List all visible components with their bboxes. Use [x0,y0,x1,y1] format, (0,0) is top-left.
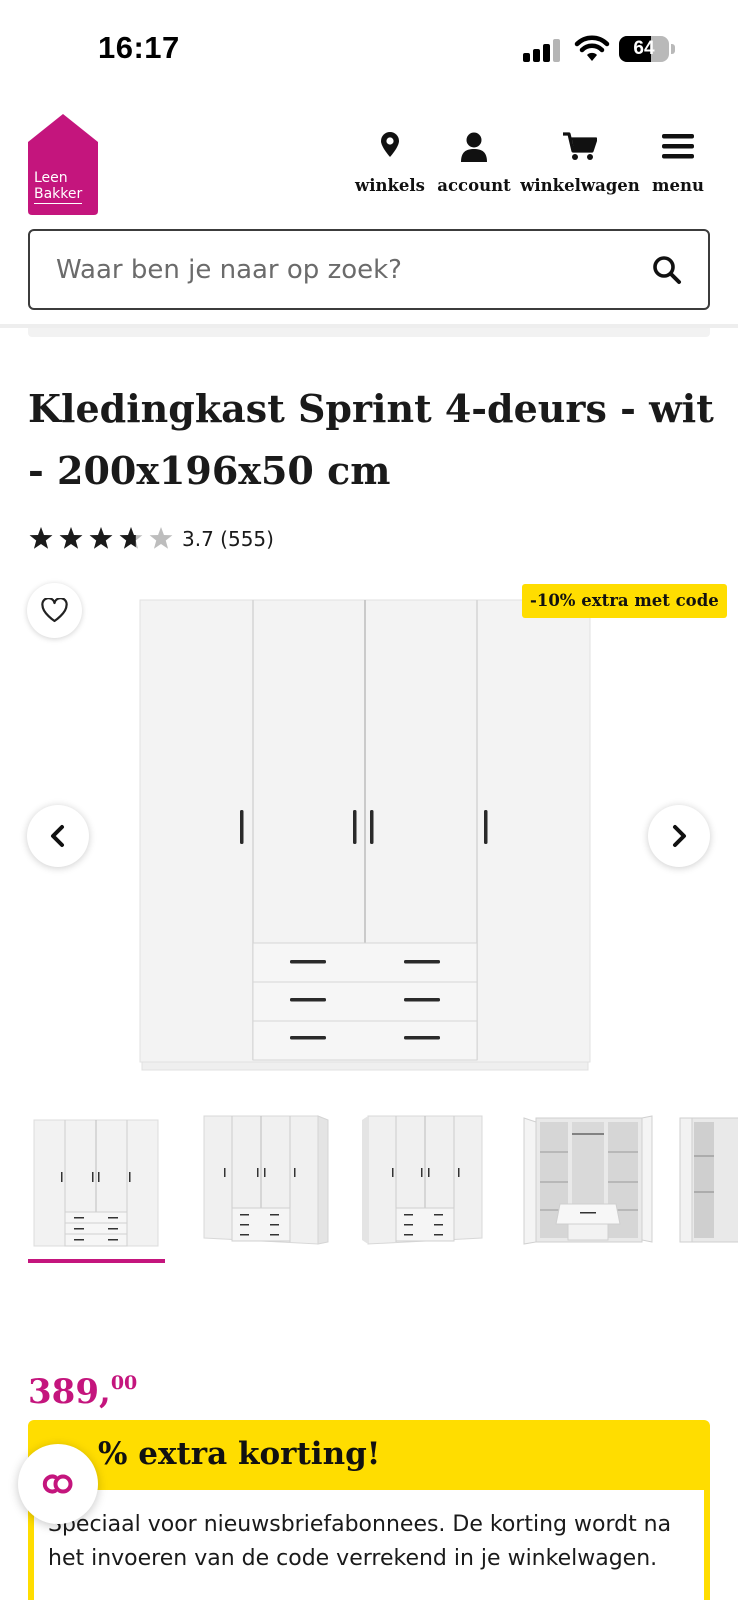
nav-stores[interactable]: winkels [352,132,428,202]
price-cents: 00 [110,1372,138,1394]
product-price: 389,00 [28,1372,137,1412]
rating-star-icon [119,527,143,549]
search-icon[interactable] [652,255,682,285]
chat-icon [42,1474,73,1494]
thumbnail-interior[interactable] [676,1112,738,1252]
rating-text: 3.7 (555) [182,527,274,551]
nav-stores-label: winkels [355,176,425,195]
product-main-image[interactable] [138,598,604,1074]
nav-menu[interactable]: menu [646,132,710,202]
gallery-prev-button[interactable] [27,805,89,867]
favorite-button[interactable] [27,583,82,638]
battery-level: 64 [633,38,655,59]
logo-line-2: Bakker [34,186,83,204]
thumbnail-strip [0,1112,738,1262]
thumbnail-angle-left[interactable] [196,1112,332,1252]
status-time: 16:17 [98,30,180,65]
promo-title: % extra korting! [98,1436,381,1472]
battery-icon: 64 [619,36,675,62]
logo-line-1: Leen [34,170,68,186]
nav-cart-label: winkelwagen [520,176,640,195]
map-pin-icon [381,132,399,157]
nav-account[interactable]: account [436,132,512,202]
chat-button[interactable] [18,1444,98,1524]
price-whole: 389, [28,1372,111,1412]
search-bar[interactable] [28,229,710,310]
chevron-left-icon [51,825,64,847]
gallery-next-button[interactable] [648,805,710,867]
chevron-right-icon [673,825,686,847]
product-title: Kledingkast Sprint 4-deurs - wit - 200x1… [28,386,714,493]
heart-icon [41,598,68,623]
thumbnail-front[interactable] [28,1112,164,1252]
nav-account-label: account [437,176,511,195]
promo-text: Speciaal voor nieuwsbriefabonnees. De ko… [48,1512,672,1571]
search-input[interactable] [56,247,616,293]
thumbnail-angle-right[interactable] [362,1112,498,1252]
cart-icon [563,132,597,160]
rating-star-icon [29,527,53,549]
cellular-signal-icon [523,38,561,62]
thumbnail-open[interactable] [520,1112,656,1252]
promo-body: Speciaal voor nieuwsbriefabonnees. De ko… [34,1490,704,1600]
newsletter-promo-box: % extra korting! Speciaal voor nieuwsbri… [28,1420,710,1600]
status-bar: 16:17 64 [0,0,738,100]
rating-star-icon [59,527,83,549]
breadcrumb-strip [28,328,710,337]
nav-cart[interactable]: winkelwagen [520,132,640,202]
rating-star-icon [149,527,173,549]
discount-badge: -10% extra met code [522,584,727,618]
wifi-icon [574,35,610,61]
logo-wordmark: Leen Bakker [34,170,83,204]
rating-star-icon [89,527,113,549]
leen-bakker-logo[interactable]: Leen Bakker [28,114,98,215]
rating-stars [29,527,173,549]
user-icon [461,132,487,162]
thumbnail-selected-indicator [28,1259,165,1263]
nav-menu-label: menu [652,176,704,195]
hamburger-menu-icon [662,134,694,159]
